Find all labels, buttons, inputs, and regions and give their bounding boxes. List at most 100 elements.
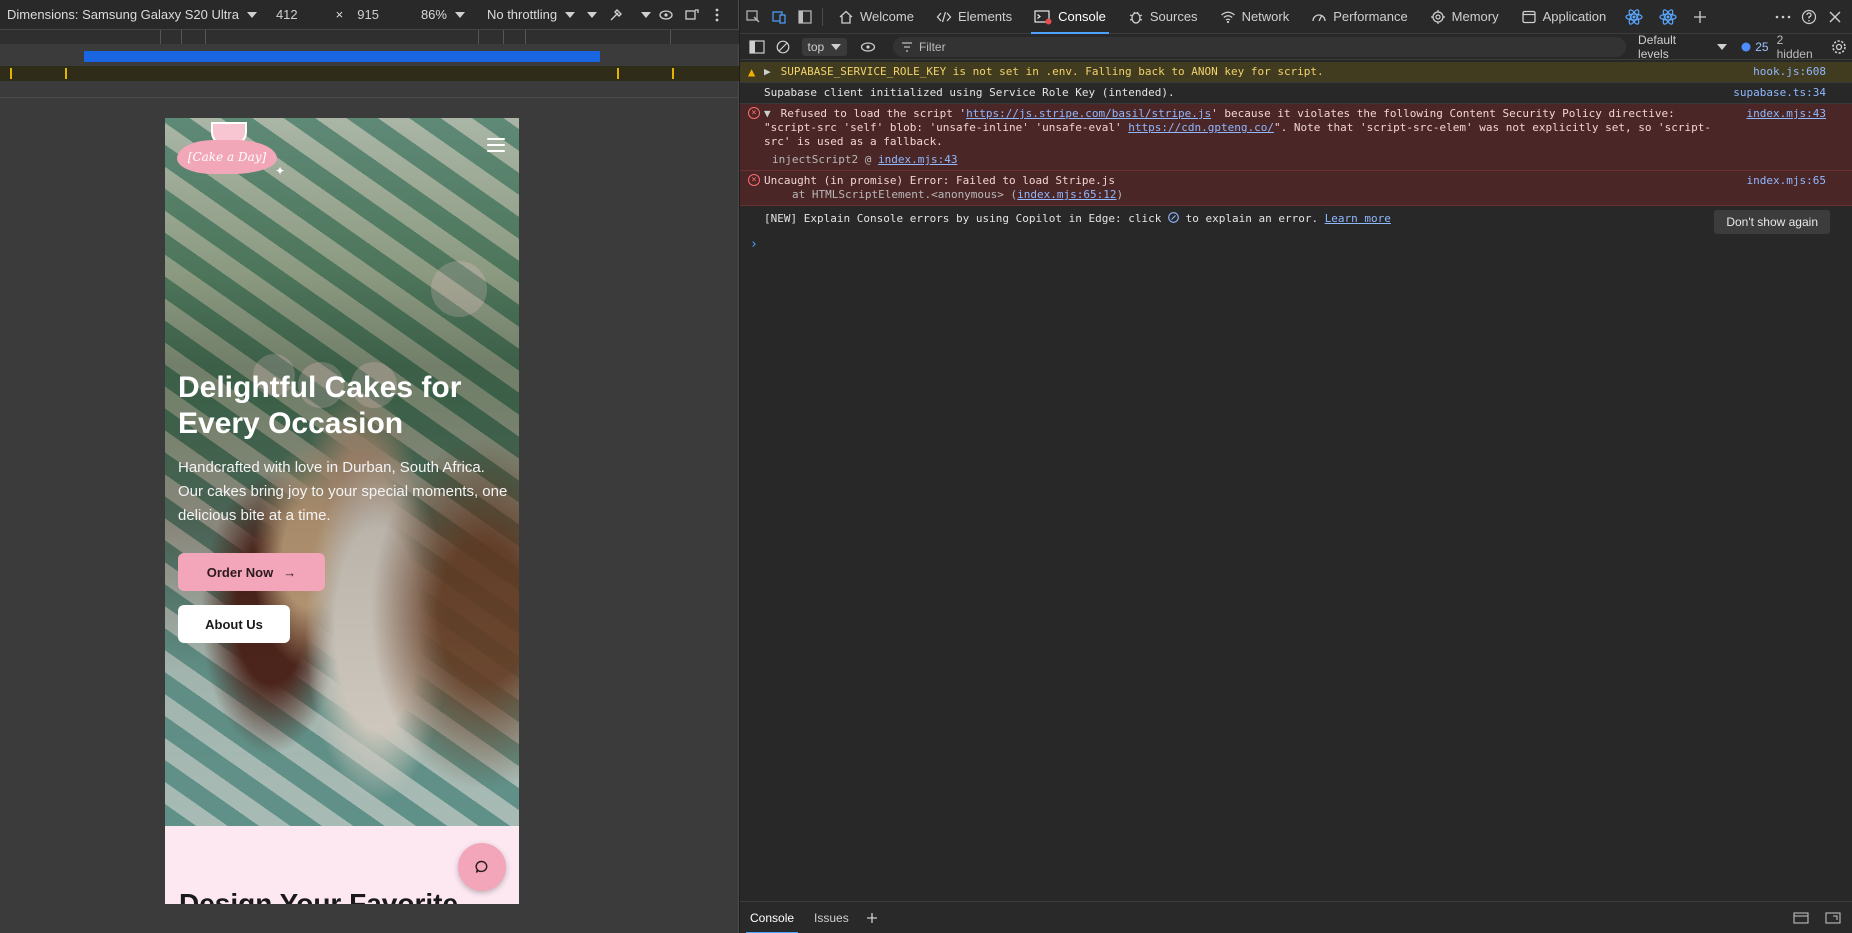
expand-caret-icon[interactable]: ▶ <box>764 65 774 79</box>
rotate-icon[interactable] <box>681 4 703 26</box>
sensor-select[interactable] <box>637 0 652 30</box>
source-link[interactable]: hook.js:608 <box>1753 65 1826 79</box>
stack-frame-link[interactable]: index.mjs:65:12 <box>1017 188 1116 201</box>
message-text: Supabase client initialized using Servic… <box>764 86 1175 99</box>
context-value: top <box>807 39 825 54</box>
inspect-icon[interactable] <box>740 0 766 34</box>
site-logo[interactable]: [Cake a Day] ✦ <box>177 122 285 178</box>
ruler-tick <box>617 68 619 79</box>
tab-label: Sources <box>1149 9 1198 24</box>
console-messages: ▲ ▶ SUPABASE_SERVICE_ROLE_KEY is not set… <box>740 62 1852 901</box>
drawer-tab-issues[interactable]: Issues <box>804 902 859 933</box>
eye-icon[interactable] <box>655 4 677 26</box>
hidden-count: 2 hidden <box>1776 32 1813 61</box>
issues-badge[interactable]: 25 <box>1741 39 1769 54</box>
device-toggle-icon[interactable] <box>766 0 792 34</box>
stack-frame-suffix: ) <box>1116 188 1124 201</box>
devtools-window-controls <box>1770 0 1852 34</box>
dont-show-again-button[interactable]: Don't show again <box>1714 210 1830 234</box>
device-viewport[interactable]: [Cake a Day] ✦ Delightful Cakes for Ever… <box>165 118 519 904</box>
filter-placeholder: Filter <box>918 39 946 54</box>
console-icon <box>1034 9 1052 24</box>
eye-icon[interactable] <box>855 34 881 60</box>
more-horizontal-icon[interactable] <box>1770 0 1796 34</box>
throttling-select[interactable]: No throttling <box>487 0 576 30</box>
learn-more-link[interactable]: Learn more <box>1325 212 1391 225</box>
device-dimensions-label: Dimensions: Samsung Galaxy S20 Ultra <box>7 7 239 22</box>
react-profiler-icon[interactable] <box>1651 0 1685 34</box>
console-prompt[interactable]: › <box>740 231 1852 258</box>
media-query-ruler <box>0 66 739 81</box>
code-icon <box>936 11 952 22</box>
script-url-link[interactable]: https://js.stripe.com/basil/stripe.js <box>966 107 1211 120</box>
section-title: Design Your Favorite <box>179 888 459 904</box>
source-link[interactable]: supabase.ts:34 <box>1733 86 1826 100</box>
levels-value: Default levels <box>1638 32 1677 61</box>
dock-drawer-icon[interactable] <box>1820 902 1846 933</box>
quick-view-icon[interactable] <box>1788 902 1814 933</box>
collapse-caret-icon[interactable]: ▼ <box>764 107 774 121</box>
log-levels-select[interactable]: Default levels <box>1638 32 1728 61</box>
add-drawer-tab-icon[interactable] <box>859 902 885 933</box>
hamburger-menu-icon[interactable] <box>487 138 505 152</box>
tab-label: Network <box>1241 9 1290 24</box>
media-query-bar[interactable] <box>84 51 600 62</box>
width-field[interactable]: 412 <box>276 0 298 30</box>
message-text: SUPABASE_SERVICE_ROLE_KEY is not set in … <box>780 65 1324 78</box>
drawer-tab-console[interactable]: Console <box>740 902 804 933</box>
filter-input[interactable]: Filter <box>892 36 1627 57</box>
sidebar-toggle-icon[interactable] <box>744 34 770 60</box>
clear-console-icon[interactable] <box>770 34 796 60</box>
ruler-divider <box>160 30 161 44</box>
issues-count: 25 <box>1755 39 1769 54</box>
chevron-down-icon <box>565 11 576 18</box>
tab-elements[interactable]: Elements <box>925 0 1023 34</box>
dimension-separator: × <box>336 0 344 30</box>
tab-sources[interactable]: Sources <box>1117 0 1209 34</box>
screen: Dimensions: Samsung Galaxy S20 Ultra 412… <box>0 0 1852 933</box>
tab-welcome[interactable]: Welcome <box>827 0 925 34</box>
hero-subtitle: Handcrafted with love in Durban, South A… <box>178 459 508 524</box>
about-us-button[interactable]: About Us <box>178 605 290 643</box>
wifi-icon <box>1220 11 1235 23</box>
chevron-down-icon <box>831 43 842 50</box>
source-link[interactable]: index.mjs:65 <box>1747 174 1826 188</box>
add-tab-icon[interactable] <box>1685 0 1715 34</box>
tab-performance[interactable]: Performance <box>1300 0 1418 34</box>
ruler-tick <box>672 68 674 79</box>
tab-console[interactable]: Console <box>1023 0 1117 34</box>
copilot-text: [NEW] Explain Console errors by using Co… <box>764 212 1162 225</box>
tab-memory[interactable]: Memory <box>1419 0 1510 34</box>
sparkle-icon: ✦ <box>274 164 285 178</box>
hero-title: Delightful Cakes for Every Occasion <box>178 371 462 440</box>
gauge-icon <box>1312 13 1326 21</box>
height-field[interactable]: 915 <box>357 0 379 30</box>
tab-label: Console <box>1058 9 1106 24</box>
chat-button[interactable] <box>458 843 506 891</box>
tab-network[interactable]: Network <box>1209 0 1301 34</box>
chevron-down-icon <box>1717 43 1728 50</box>
close-icon[interactable] <box>1822 0 1848 34</box>
dock-side-icon[interactable] <box>792 0 818 34</box>
copilot-text: to explain an error. <box>1185 212 1319 225</box>
context-select[interactable]: top <box>801 37 848 56</box>
zoom-select[interactable]: 86% <box>421 0 465 30</box>
bottom-drawer: Console Issues <box>740 901 1852 933</box>
copilot-hint: [NEW] Explain Console errors by using Co… <box>740 206 1852 234</box>
sensor-icon[interactable] <box>605 4 627 26</box>
order-now-button[interactable]: Order Now → <box>178 553 325 591</box>
source-link[interactable]: index.mjs:43 <box>1747 107 1826 121</box>
tab-application[interactable]: Application <box>1510 0 1618 34</box>
cdn-url-link[interactable]: https://cdn.gpteng.co/ <box>1128 121 1274 134</box>
device-select[interactable]: Dimensions: Samsung Galaxy S20 Ultra <box>0 0 257 30</box>
ruler-divider <box>478 30 479 44</box>
help-icon[interactable] <box>1796 0 1822 34</box>
react-components-icon[interactable] <box>1617 0 1651 34</box>
chat-bubble-icon <box>475 860 488 873</box>
gear-icon[interactable] <box>1826 34 1852 60</box>
stack-frame-link[interactable]: index.mjs:43 <box>878 153 957 166</box>
console-message-warning: ▲ ▶ SUPABASE_SERVICE_ROLE_KEY is not set… <box>740 62 1852 83</box>
message-text-part: Refused to load the script ' <box>780 107 967 120</box>
extra-select[interactable] <box>583 0 598 30</box>
more-vertical-icon[interactable] <box>706 4 728 26</box>
